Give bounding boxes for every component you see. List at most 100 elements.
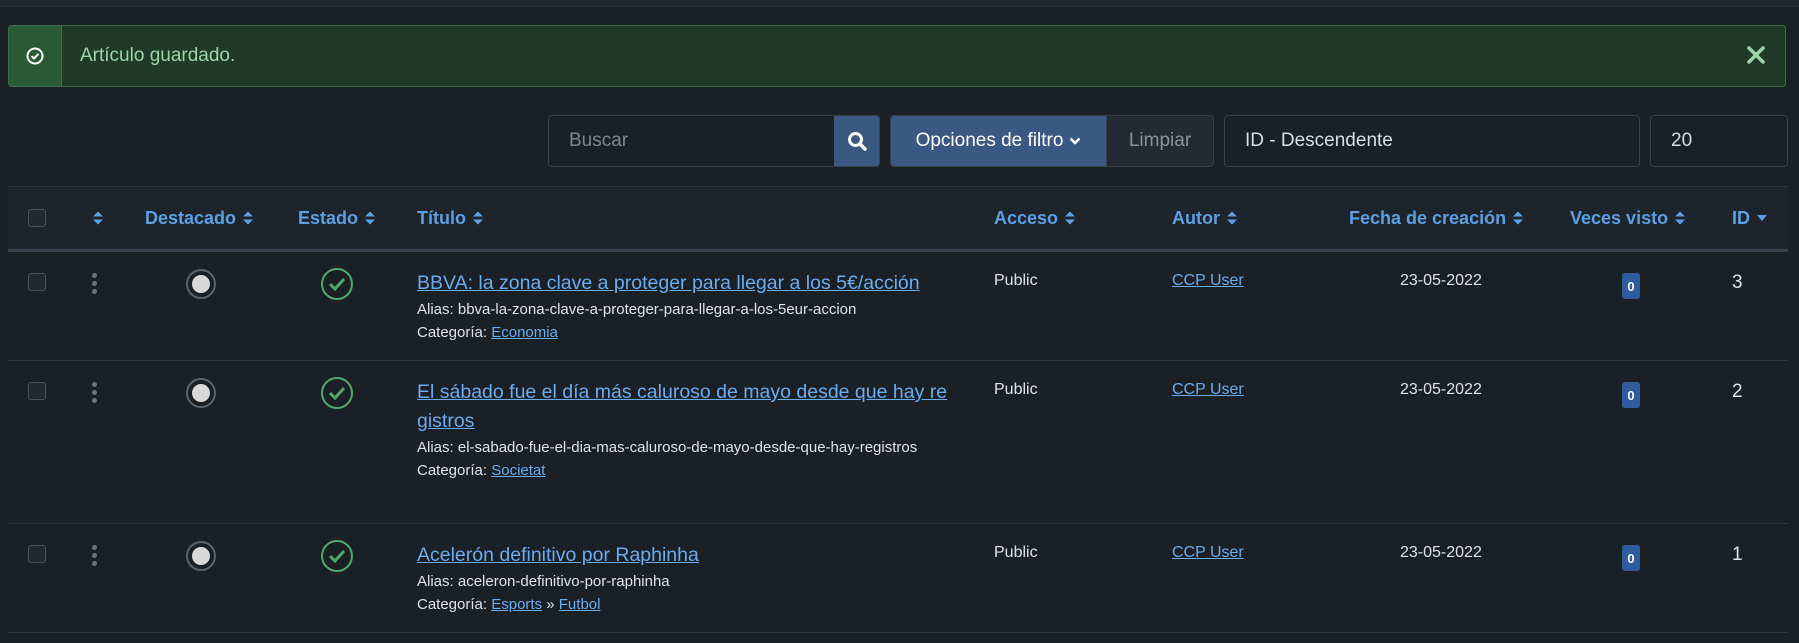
category-prefix: Categoría: [417,462,492,479]
header-title-label: Título [417,207,466,228]
category-line: Categoría: Societat [417,459,957,482]
header-hits-label: Veces visto [1570,207,1669,228]
header-created[interactable]: Fecha de creación [1349,187,1524,249]
header-hits[interactable]: Veces visto [1570,187,1686,249]
hits-badge: 0 [1622,545,1640,571]
title-cell: El sábado fue el día más caluroso de may… [417,378,957,482]
alias-prefix: Alias: [417,439,458,456]
alias-line: Alias: el-sabado-fue-el-dia-mas-caluroso… [417,436,957,459]
header-created-label: Fecha de creación [1349,207,1507,228]
alias-value: el-sabado-fue-el-dia-mas-caluroso-de-may… [457,439,918,456]
sort-icon [1513,211,1524,225]
header-id-label: ID [1732,207,1750,228]
row-checkbox[interactable] [28,382,46,400]
header-title[interactable]: Título [417,187,484,249]
alias-prefix: Alias: [417,573,458,590]
published-toggle[interactable] [321,268,353,300]
row-checkbox[interactable] [28,545,46,563]
article-title-link[interactable]: BBVA: la zona clave a proteger para lleg… [417,269,957,298]
category-link[interactable]: Futbol [559,596,601,613]
success-alert: Artículo guardado. [8,25,1786,87]
table-row: BBVA: la zona clave a proteger para lleg… [8,252,1788,361]
search-button[interactable] [834,116,879,166]
article-title-link[interactable]: Acelerón definitivo por Raphinha [417,541,957,570]
check-icon [328,549,346,563]
clear-button[interactable]: Limpiar [1106,116,1213,166]
created-date: 23-05-2022 [1400,381,1482,398]
sort-icon [472,211,483,225]
published-toggle[interactable] [321,377,353,409]
check-icon [328,386,346,400]
article-id: 2 [1732,381,1743,402]
header-status[interactable]: Estado [298,187,376,249]
sort-icon [365,211,376,225]
sort-icon [1675,211,1686,225]
sort-icon [1065,211,1076,225]
article-id: 1 [1732,544,1743,565]
sort-icon [243,211,254,225]
row-checkbox[interactable] [28,273,46,291]
category-prefix: Categoría: [417,324,492,341]
search-input[interactable] [549,116,834,166]
header-id[interactable]: ID [1732,187,1768,249]
header-author-label: Autor [1172,207,1220,228]
articles-table: Destacado Estado Título Acceso Autor Fec… [8,186,1788,633]
hits-badge: 0 [1622,382,1640,408]
alert-message: Artículo guardado. [80,45,236,66]
category-line: Categoría: Esports » Futbol [417,593,957,616]
sort-select[interactable]: ID - Descendente [1224,115,1640,167]
article-id: 3 [1732,272,1743,293]
header-status-label: Estado [298,207,359,228]
access-value: Public [994,272,1038,289]
author-link[interactable]: CCP User [1172,272,1244,290]
title-cell: BBVA: la zona clave a proteger para lleg… [417,269,957,344]
header-author[interactable]: Autor [1172,187,1238,249]
filter-options-button[interactable]: Opciones de filtro [891,116,1106,166]
check-icon [328,277,346,291]
alias-value: bbva-la-zona-clave-a-proteger-para-llega… [457,301,857,318]
header-featured-label: Destacado [145,207,237,228]
created-date: 23-05-2022 [1400,544,1482,561]
filter-group: Opciones de filtro Limpiar [890,115,1214,167]
article-title-link[interactable]: El sábado fue el día más caluroso de may… [417,378,957,436]
published-toggle[interactable] [321,540,353,572]
access-value: Public [994,381,1038,398]
chevron-down-icon [1070,137,1081,145]
featured-toggle[interactable] [186,269,216,299]
author-link[interactable]: CCP User [1172,381,1244,399]
category-prefix: Categoría: [417,596,492,613]
drag-handle-icon[interactable] [92,545,98,566]
header-access-label: Acceso [994,207,1059,228]
alias-prefix: Alias: [417,301,458,318]
sort-icon [1227,211,1237,225]
filter-options-label: Opciones de filtro [915,130,1064,151]
ordering-sort[interactable] [92,187,104,249]
featured-toggle[interactable] [186,541,216,571]
table-row: Acelerón definitivo por Raphinha Alias: … [8,524,1788,633]
drag-handle-icon[interactable] [92,382,98,403]
category-link[interactable]: Economia [491,324,558,341]
alias-value: aceleron-definitivo-por-raphinha [457,573,670,590]
header-access[interactable]: Acceso [994,187,1076,249]
featured-toggle[interactable] [186,378,216,408]
close-icon[interactable] [1741,40,1771,70]
author-link[interactable]: CCP User [1172,544,1244,562]
header-featured[interactable]: Destacado [145,187,254,249]
created-date: 23-05-2022 [1400,272,1482,289]
top-edge [0,0,1799,7]
table-header: Destacado Estado Título Acceso Autor Fec… [8,186,1788,252]
category-link[interactable]: Societat [491,462,545,479]
access-value: Public [994,544,1038,561]
search-icon [847,132,867,151]
search-group [548,115,880,167]
caret-down-icon [1757,215,1767,221]
sort-icon [93,211,103,225]
list-limit-select[interactable]: 20 [1650,115,1788,167]
parent-category-link[interactable]: Esports [491,596,542,613]
check-circle-icon [9,26,62,86]
table-row: El sábado fue el día más caluroso de may… [8,361,1788,524]
alias-line: Alias: bbva-la-zona-clave-a-proteger-par… [417,298,957,321]
select-all-checkbox[interactable] [28,209,46,227]
drag-handle-icon[interactable] [92,273,98,294]
title-cell: Acelerón definitivo por Raphinha Alias: … [417,541,957,616]
